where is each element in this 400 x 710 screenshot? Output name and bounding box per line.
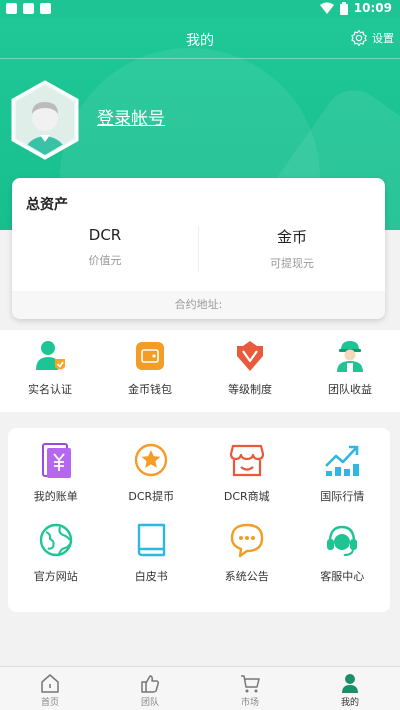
service-label: 客服中心 (320, 570, 365, 583)
whitepaper-button[interactable]: 白皮书 (104, 520, 200, 600)
page-title: 我的 (186, 33, 214, 49)
worker-icon (337, 341, 363, 372)
notification-icon (6, 3, 17, 14)
tab-label: 市场 (240, 698, 259, 708)
dcr-withdraw-button[interactable]: DCR提币 (104, 440, 200, 520)
bill-icon (41, 443, 71, 478)
dcr-balance[interactable]: DCR 价值元 (12, 226, 198, 268)
service-label: 白皮书 (134, 570, 168, 583)
service-label: DCR商城 (223, 490, 270, 503)
my-bill-button[interactable]: 我的账单 (8, 440, 104, 520)
services-grid: 我的账单 DCR提币 DCR商城 国际行情 官方网站 白皮书 系统公告 客服中心 (8, 428, 390, 612)
service-label: 国际行情 (320, 490, 365, 503)
tab-team[interactable]: 团队 (100, 667, 200, 710)
quick-action-label: 实名认证 (28, 383, 72, 396)
service-label: DCR提币 (128, 490, 175, 503)
dcr-label: 价值元 (88, 254, 122, 267)
tab-label: 团队 (140, 698, 159, 708)
settings-label: 设置 (372, 32, 394, 45)
shop-icon (229, 444, 264, 477)
quick-actions: 实名认证 金币钱包 等级制度 团队收益 (0, 330, 400, 412)
service-label: 系统公告 (224, 570, 269, 583)
bottom-tab-bar: 首页 团队 市场 我的 (0, 666, 400, 710)
home-icon (41, 674, 59, 693)
book-icon (138, 523, 166, 557)
team-icon (141, 675, 160, 693)
verify-identity-button[interactable]: 实名认证 (0, 330, 100, 412)
gold-wallet-button[interactable]: 金币钱包 (100, 330, 200, 412)
level-system-button[interactable]: 等级制度 (200, 330, 300, 412)
tab-profile[interactable]: 我的 (300, 667, 400, 710)
assets-card: 总资产 DCR 价值元 金币 可提现元 合约地址: (12, 178, 385, 319)
service-label: 官方网站 (33, 570, 78, 583)
dcr-value: DCR (88, 226, 122, 244)
trend-chart-icon (325, 445, 360, 476)
star-coin-icon (135, 443, 168, 477)
assets-title: 总资产 (26, 197, 68, 213)
notification-icons (6, 3, 51, 14)
tab-market[interactable]: 市场 (200, 667, 300, 710)
tab-label: 我的 (340, 698, 359, 708)
globe-icon (39, 523, 72, 557)
rank-badge-icon (237, 341, 263, 371)
quick-action-label: 金币钱包 (128, 383, 172, 396)
user-verify-icon (36, 341, 65, 370)
tab-home[interactable]: 首页 (0, 667, 100, 710)
market-quotes-button[interactable]: 国际行情 (295, 440, 391, 520)
quick-action-label: 等级制度 (228, 383, 272, 396)
settings-button[interactable]: 设置 (350, 29, 394, 47)
official-website-button[interactable]: 官方网站 (8, 520, 104, 600)
dcr-mall-button[interactable]: DCR商城 (199, 440, 295, 520)
gold-value: 金币 (276, 228, 307, 246)
wifi-icon (319, 2, 334, 14)
wallet-icon (136, 342, 164, 370)
avatar[interactable] (10, 80, 80, 160)
chat-bubble-icon (230, 523, 263, 558)
headset-icon (327, 525, 358, 556)
header-divider (0, 58, 400, 59)
gear-icon (351, 29, 367, 47)
tab-label: 首页 (40, 698, 59, 708)
team-earnings-button[interactable]: 团队收益 (300, 330, 400, 412)
notification-icon (23, 3, 34, 14)
profile-icon (342, 674, 358, 693)
gold-label: 可提现元 (270, 257, 314, 270)
system-notice-button[interactable]: 系统公告 (199, 520, 295, 600)
customer-service-button[interactable]: 客服中心 (295, 520, 391, 600)
service-label: 我的账单 (33, 490, 78, 503)
gold-balance[interactable]: 金币 可提现元 (199, 226, 385, 271)
notification-icon (40, 3, 51, 14)
status-time: 10:09 (353, 1, 392, 15)
contract-address[interactable]: 合约地址: (12, 291, 385, 319)
quick-action-label: 团队收益 (328, 383, 372, 396)
login-link[interactable]: 登录帐号 (97, 104, 165, 129)
cart-icon (241, 675, 260, 693)
status-bar: 10:09 (0, 0, 400, 18)
battery-icon (339, 1, 348, 15)
